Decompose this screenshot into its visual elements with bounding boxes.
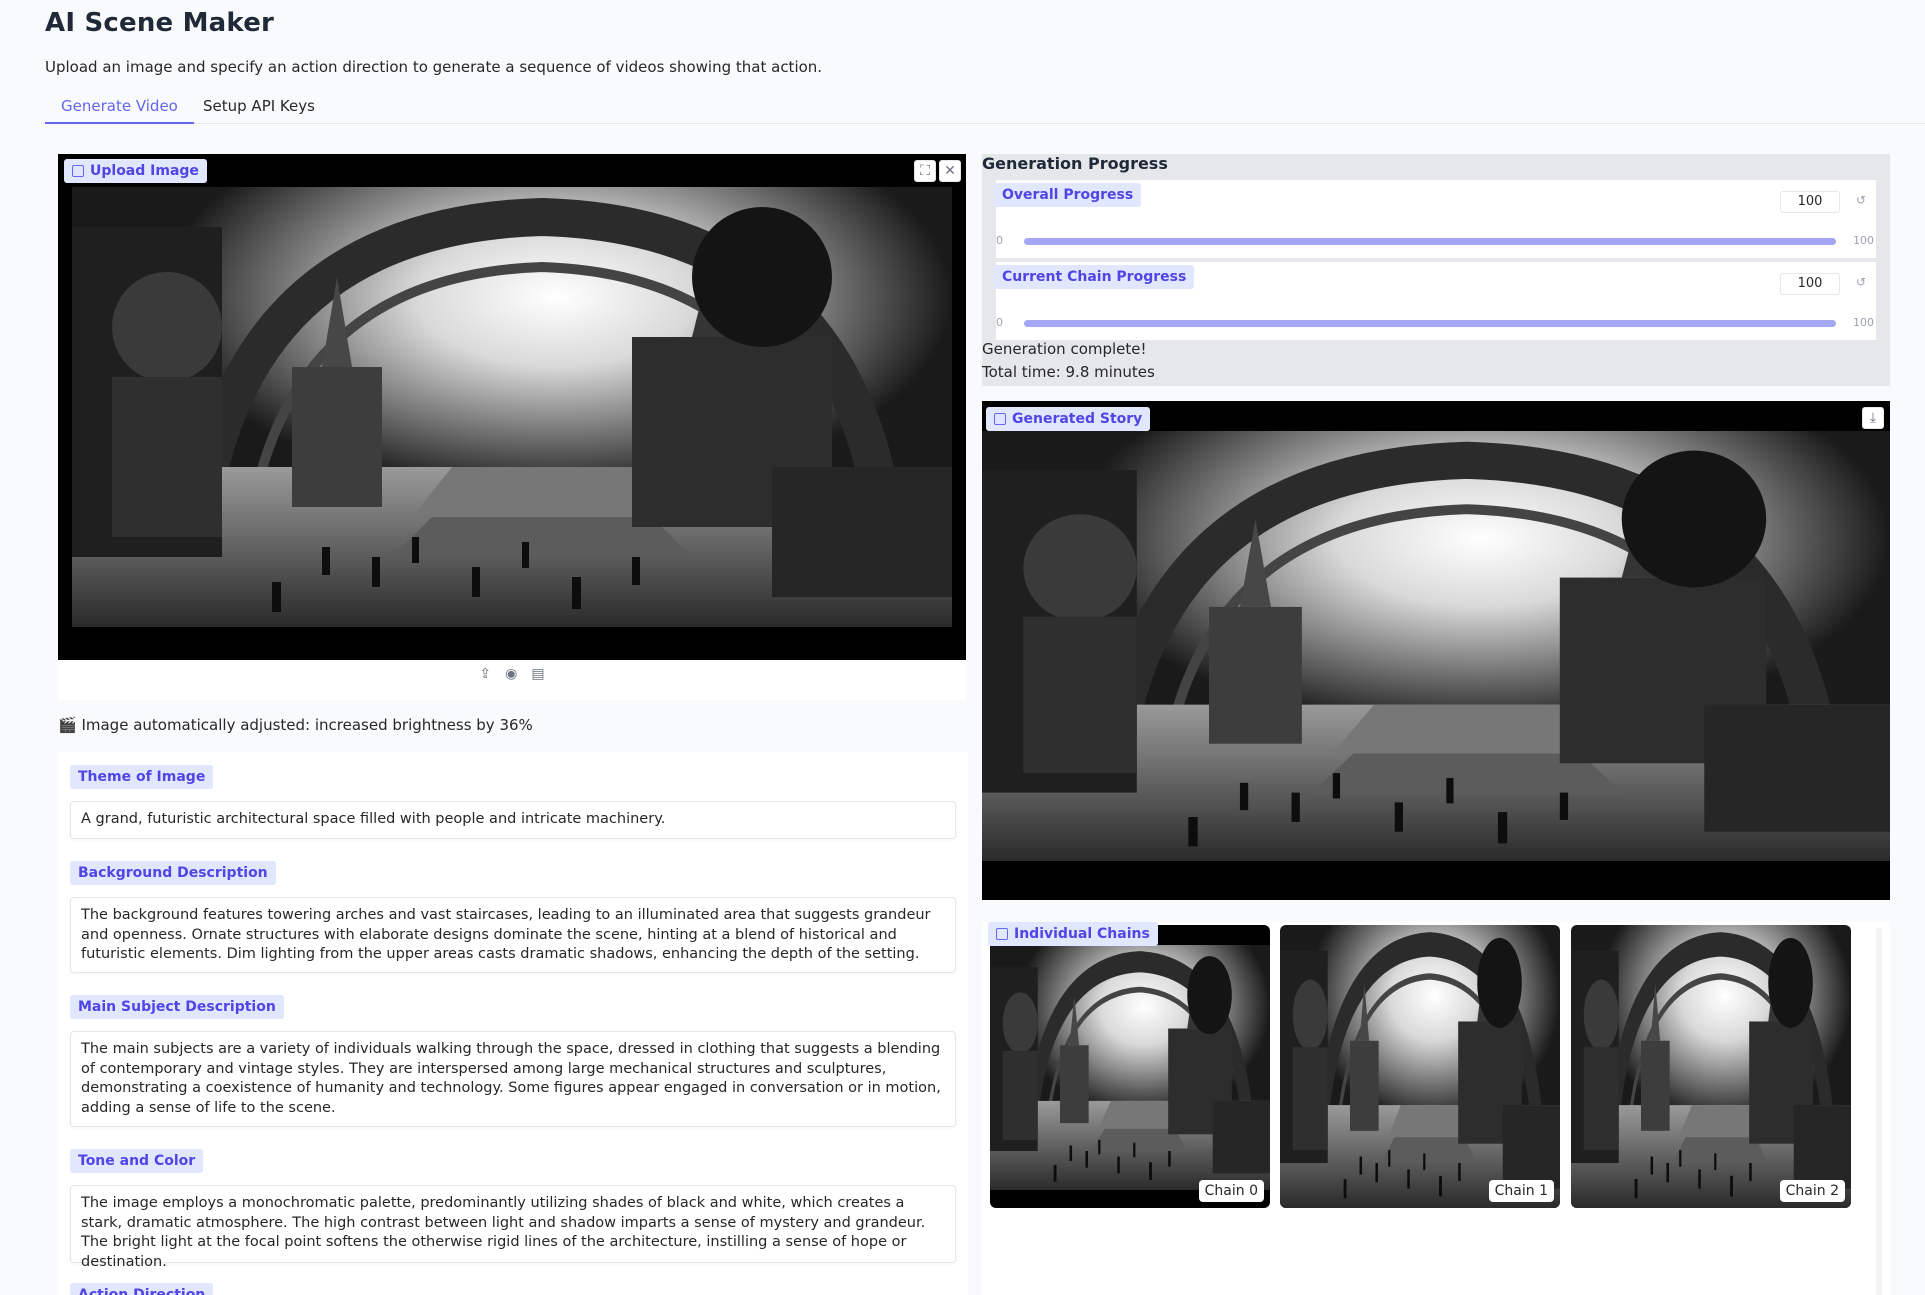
chains-scrollbar[interactable] [1876,928,1882,1295]
chain-thumbnail-1[interactable]: Chain 1 [1280,925,1560,1208]
uploaded-image-scene [72,187,952,627]
main-subject-label: Main Subject Description [70,995,284,1019]
theme-textbox[interactable]: A grand, futuristic architectural space … [70,801,956,839]
video-icon [994,413,1006,425]
chain-progress-min: 0 [996,316,1003,329]
chain-0-image [990,945,1270,1190]
chain-2-image [1571,925,1851,1208]
overall-progress-min: 0 [996,234,1003,247]
chain-thumbnail-0[interactable]: Chain 0 [990,925,1270,1208]
reset-icon[interactable]: ↺ [1856,193,1866,207]
webcam-icon[interactable]: ◉ [505,666,517,682]
fullscreen-icon[interactable]: ⛶ [914,160,936,182]
chain-progress-track[interactable] [1024,320,1836,327]
background-label: Background Description [70,861,276,885]
upload-icon[interactable]: ⇪ [479,666,491,682]
uploaded-image [58,154,966,660]
download-icon[interactable]: ⤓ [1862,407,1884,429]
overall-progress-value[interactable]: 100 [1780,191,1840,213]
individual-chains-label: Individual Chains [988,922,1158,946]
description-fields: Theme of Image A grand, futuristic archi… [58,752,968,1295]
chain-progress-value[interactable]: 100 [1780,273,1840,295]
tab-setup-api-keys[interactable]: Setup API Keys [187,95,331,124]
page-description: Upload an image and specify an action di… [45,58,823,76]
tone-color-textbox[interactable]: The image employs a monochromatic palett… [70,1185,956,1270]
individual-chains-label-text: Individual Chains [1014,926,1150,942]
overall-progress-fill [1024,238,1836,245]
individual-chains-gallery: Chain 0 Chain 1 Chain 2 Individual Chain… [982,922,1890,1295]
upload-tools: ⇪ ◉ ▤ [58,666,966,682]
tone-color-label: Tone and Color [70,1149,204,1173]
page-title: AI Scene Maker [45,8,275,38]
upload-image-label-text: Upload Image [90,163,199,179]
close-icon[interactable]: ✕ [939,160,961,182]
chain-progress-label: Current Chain Progress [994,265,1195,289]
background-textbox[interactable]: The background features towering arches … [70,897,956,973]
action-direction-label: Action Direction [70,1283,214,1295]
chain-progress-slider[interactable]: Current Chain Progress 100 ↺ 0 100 [994,262,1876,340]
generation-progress-title: Generation Progress [982,154,1168,173]
clipboard-icon[interactable]: ▤ [531,666,544,682]
reset-icon[interactable]: ↺ [1856,275,1866,289]
chain-progress-max: 100 [1853,316,1874,329]
main-subject-textbox[interactable]: The main subjects are a variety of indiv… [70,1031,956,1127]
generated-story-scene [982,431,1890,861]
generation-progress-panel: Generation Progress Overall Progress 100… [982,154,1890,386]
chain-progress-fill [1024,320,1836,327]
image-icon [72,165,84,177]
overall-progress-label: Overall Progress [994,183,1142,207]
chain-tag-0: Chain 0 [1198,1180,1264,1202]
overall-progress-max: 100 [1853,234,1874,247]
overall-progress-slider[interactable]: Overall Progress 100 ↺ 0 100 [994,180,1876,258]
generated-story-label-text: Generated Story [1012,411,1143,427]
generated-story-video[interactable]: Generated Story ⤓ [982,401,1890,900]
tab-generate-video[interactable]: Generate Video [45,95,194,124]
status-total-time: Total time: 9.8 minutes [982,363,1155,381]
theme-label: Theme of Image [70,765,214,789]
status-complete: Generation complete! [982,340,1147,358]
generated-story-label: Generated Story [986,407,1151,431]
chain-1-image [1280,925,1560,1208]
upload-image-panel[interactable]: Upload Image ⛶ ✕ ⇪ ◉ ▤ [58,154,966,700]
image-icon [996,928,1008,940]
tab-bar: Generate Video Setup API Keys [45,95,1925,124]
chain-tag-1: Chain 1 [1488,1180,1554,1202]
chain-thumbnail-2[interactable]: Chain 2 [1571,925,1851,1208]
chain-tag-2: Chain 2 [1779,1180,1845,1202]
overall-progress-track[interactable] [1024,238,1836,245]
upload-image-label: Upload Image [64,159,207,183]
adjust-note: 🎬 Image automatically adjusted: increase… [58,716,533,734]
